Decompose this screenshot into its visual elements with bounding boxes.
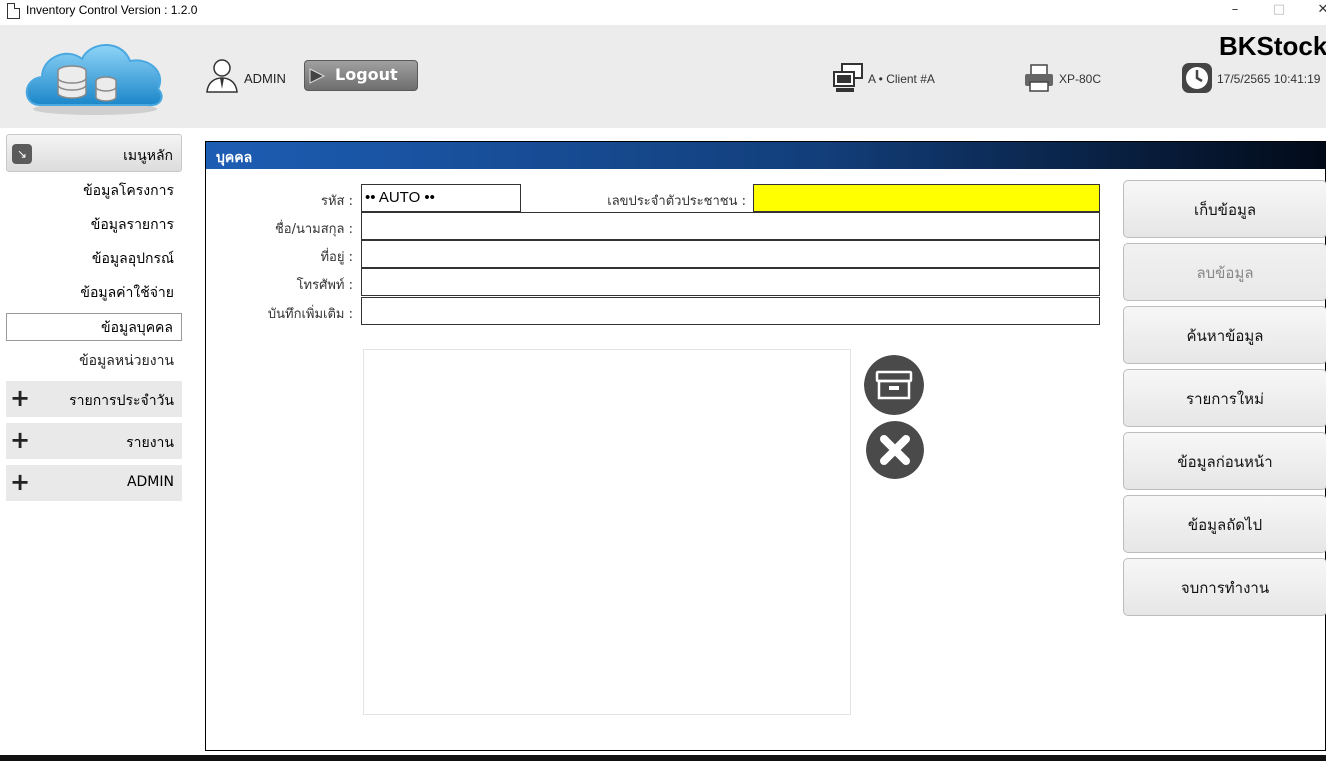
address-label: ที่อยู่ : <box>320 250 353 265</box>
logout-button[interactable]: Logout <box>304 60 418 91</box>
panel-header: บุคคล <box>206 142 1326 169</box>
datetime-text: 17/5/2565 10:41:19 <box>1217 72 1321 86</box>
client-name: A • Client #A <box>868 72 935 86</box>
client-info: A • Client #A <box>832 62 952 94</box>
address-field[interactable] <box>361 240 1100 268</box>
cloud-database-logo-icon <box>25 44 163 115</box>
group-label: ADMIN <box>126 474 174 490</box>
expand-plus-icon: + <box>10 426 31 454</box>
logout-label: Logout <box>335 65 398 84</box>
expand-plus-icon: + <box>10 384 31 412</box>
sidebar-group-daily[interactable]: + รายการประจำวัน <box>6 381 182 417</box>
collapse-arrow-icon: ↘ <box>12 144 32 164</box>
code-label: รหัส : <box>321 194 353 209</box>
printer-info: XP-80C <box>1023 62 1123 94</box>
national-id-label: เลขประจำตัวประชาชน : <box>607 194 746 209</box>
save-button[interactable]: เก็บข้อมูล <box>1123 180 1326 238</box>
note-field[interactable] <box>361 297 1100 325</box>
delete-button[interactable]: ลบข้อมูล <box>1123 243 1326 301</box>
maximize-button[interactable]: □ <box>1256 0 1302 22</box>
close-window-button[interactable]: ✕ <box>1300 0 1326 22</box>
sidebar-item-equipment[interactable]: ข้อมูลอุปกรณ์ <box>6 245 182 273</box>
app-document-icon <box>7 3 20 19</box>
name-field[interactable] <box>361 212 1100 240</box>
panel-title: บุคคล <box>216 150 253 166</box>
sidebar-item-expenses[interactable]: ข้อมูลค่าใช้จ่าย <box>6 279 182 307</box>
datetime-info: 17/5/2565 10:41:19 <box>1181 62 1326 94</box>
exit-button[interactable]: จบการทำงาน <box>1123 558 1326 616</box>
network-computer-icon <box>833 63 863 92</box>
expand-plus-icon: + <box>10 468 31 496</box>
new-record-button[interactable]: รายการใหม่ <box>1123 369 1326 427</box>
sidebar-item-items[interactable]: ข้อมูลรายการ <box>6 211 182 239</box>
main-menu-label: เมนูหลัก <box>123 148 173 164</box>
sidebar-item-person[interactable]: ข้อมูลบุคคล <box>6 313 182 341</box>
user-icon <box>206 59 238 93</box>
note-label: บันทึกเพิ่มเติม : <box>267 307 353 322</box>
clear-photo-icon[interactable] <box>866 421 924 479</box>
printer-name: XP-80C <box>1059 72 1102 86</box>
photo-area[interactable] <box>363 349 851 715</box>
sidebar-group-report[interactable]: + รายงาน <box>6 423 182 459</box>
name-label: ชื่อ/นามสกุล : <box>274 222 353 237</box>
minimize-button[interactable]: – <box>1212 0 1258 22</box>
sidebar-item-project[interactable]: ข้อมูลโครงการ <box>6 177 182 205</box>
window-title: Inventory Control Version : 1.2.0 <box>26 3 198 17</box>
clock-icon <box>1182 63 1212 93</box>
sidebar-item-department[interactable]: ข้อมูลหน่วยงาน <box>6 347 182 375</box>
sidebar-group-admin[interactable]: + ADMIN <box>6 465 182 501</box>
archive-icon[interactable] <box>864 355 924 415</box>
window-titlebar: Inventory Control Version : 1.2.0 – □ ✕ <box>0 0 1326 24</box>
printer-icon <box>1025 64 1053 92</box>
bottom-border <box>0 755 1326 761</box>
previous-record-button[interactable]: ข้อมูลก่อนหน้า <box>1123 432 1326 490</box>
next-record-button[interactable]: ข้อมูลถัดไป <box>1123 495 1326 553</box>
main-menu-button[interactable]: ↘ เมนูหลัก <box>6 134 182 172</box>
phone-label: โทรศัพท์ : <box>296 278 353 293</box>
brand-title: BKStock <box>1219 31 1326 61</box>
group-label: รายงาน <box>126 435 174 451</box>
play-arrow-icon <box>309 68 326 84</box>
app-header: BKStock <box>0 25 1326 128</box>
user-name: ADMIN <box>244 71 286 86</box>
group-label: รายการประจำวัน <box>69 393 174 409</box>
search-button[interactable]: ค้นหาข้อมูล <box>1123 306 1326 364</box>
phone-field[interactable] <box>361 268 1100 296</box>
code-field[interactable]: •• AUTO •• <box>361 184 521 212</box>
national-id-field[interactable] <box>753 184 1100 212</box>
